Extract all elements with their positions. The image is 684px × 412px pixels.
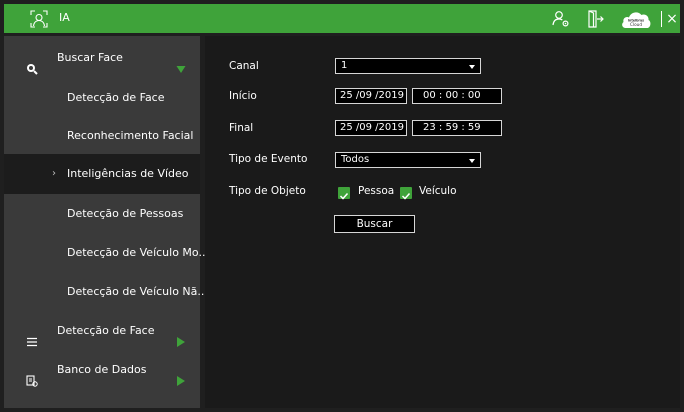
top-bar: IA intelbras Cloud × <box>4 4 680 33</box>
database-icon <box>26 364 38 387</box>
canal-label: Canal <box>229 60 259 72</box>
sidebar-item-deteccao-de-veiculo-motorizado[interactable]: Detecção de Veículo Mo... <box>4 233 209 273</box>
sidebar: Buscar Face Detecção de Face Reconhecime… <box>4 36 209 408</box>
chevron-right-icon[interactable] <box>176 325 186 347</box>
sidebar-item-label: Detecção de Pessoas <box>67 207 184 220</box>
tipo-objeto-label: Tipo de Objeto <box>229 185 306 197</box>
tipo-evento-value: Todos <box>341 154 370 165</box>
sidebar-item-label: Buscar Face <box>57 51 123 64</box>
cloud-icon[interactable]: intelbras Cloud <box>620 8 652 30</box>
final-date-input[interactable]: 25 /09 /2019 <box>335 120 407 136</box>
sidebar-item-reconhecimento-facial[interactable]: Reconhecimento Facial <box>4 116 200 156</box>
logout-icon[interactable] <box>586 9 604 29</box>
sidebar-item-deteccao-de-veiculo-nao-motorizado[interactable]: Detecção de Veículo Nã... <box>4 272 208 312</box>
sidebar-item-deteccao-de-pessoas[interactable]: Detecção de Pessoas <box>4 194 200 234</box>
inicio-time-input[interactable]: 00 : 00 : 00 <box>412 88 502 104</box>
cloud-text: Cloud <box>630 22 642 27</box>
sidebar-item-label: Detecção de Face <box>67 91 165 104</box>
page-title: IA <box>59 11 70 24</box>
face-recognition-icon <box>30 10 48 28</box>
veiculo-checkbox[interactable] <box>400 187 412 200</box>
tipo-evento-label: Tipo de Evento <box>229 153 308 165</box>
inicio-date-input[interactable]: 25 /09 /2019 <box>335 88 407 104</box>
chevron-right-icon[interactable] <box>176 364 186 386</box>
face-search-icon <box>26 52 38 75</box>
close-icon[interactable]: × <box>665 10 679 28</box>
chevron-down-icon <box>469 65 475 69</box>
sidebar-item-label: Detecção de Face <box>57 324 155 337</box>
sidebar-item-label: Banco de Dados <box>57 363 147 376</box>
pessoa-checkbox[interactable] <box>338 187 350 200</box>
topbar-separator <box>661 11 662 27</box>
sidebar-item-label: Inteligências de Vídeo <box>67 167 189 180</box>
veiculo-label: Veículo <box>419 185 457 197</box>
tipo-evento-select[interactable]: Todos <box>335 152 481 168</box>
search-form-panel: Canal 1 Início 25 /09 /2019 00 : 00 : 00… <box>205 36 680 408</box>
list-icon <box>26 325 38 347</box>
final-time-input[interactable]: 23 : 59 : 59 <box>412 120 502 136</box>
chevron-down-icon[interactable] <box>176 52 186 73</box>
sidebar-item-label: Detecção de Veículo Nã... <box>67 285 208 298</box>
user-settings-icon[interactable] <box>551 9 571 29</box>
canal-value: 1 <box>341 60 348 71</box>
sidebar-item-deteccao-de-face[interactable]: Detecção de Face <box>4 78 200 118</box>
app-window: IA intelbras Cloud × Buscar Face Detecçã… <box>0 0 684 412</box>
sidebar-item-buscar-face[interactable]: Buscar Face <box>4 38 200 78</box>
sidebar-item-inteligencias-de-video[interactable]: › Inteligências de Vídeo <box>4 154 200 194</box>
check-icon <box>339 192 349 200</box>
pessoa-label: Pessoa <box>358 185 395 197</box>
inicio-label: Início <box>229 90 257 102</box>
chevron-right-icon: › <box>52 168 56 179</box>
final-label: Final <box>229 122 254 134</box>
canal-select[interactable]: 1 <box>335 58 481 74</box>
sidebar-item-banco-de-dados[interactable]: Banco de Dados <box>4 350 200 390</box>
check-icon <box>401 192 411 200</box>
chevron-down-icon <box>469 159 475 163</box>
sidebar-item-label: Reconhecimento Facial <box>67 129 194 142</box>
sidebar-item-label: Detecção de Veículo Mo... <box>67 246 209 259</box>
sidebar-item-deteccao-de-face-group[interactable]: Detecção de Face <box>4 311 200 351</box>
buscar-button[interactable]: Buscar <box>334 215 415 233</box>
